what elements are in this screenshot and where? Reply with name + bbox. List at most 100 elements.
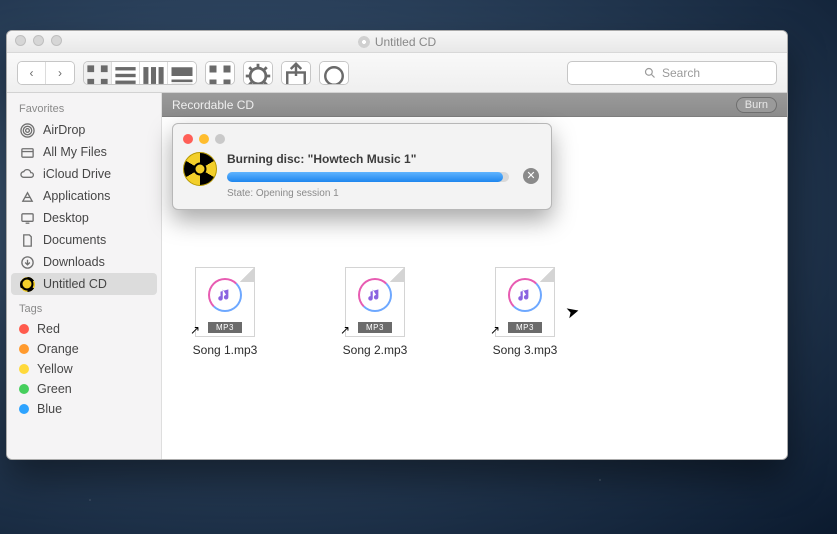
dialog-minimize-button[interactable]: [199, 134, 209, 144]
dialog-title: Burning disc: "Howtech Music 1": [227, 152, 509, 166]
tag-dot-icon: [19, 384, 29, 394]
documents-icon: [19, 232, 35, 248]
cancel-burn-button[interactable]: ✕: [523, 168, 539, 184]
file-badge: MP3: [208, 322, 242, 333]
minimize-window-button[interactable]: [33, 35, 44, 46]
icon-view-button[interactable]: [84, 62, 112, 84]
music-note-icon: [508, 278, 542, 312]
content-area: Recordable CD Burn MP3 ↗ Song 1.mp3 MP3: [162, 93, 787, 459]
progress-fill: [227, 172, 503, 182]
search-icon: [644, 67, 656, 79]
sidebar-item-untitled-cd[interactable]: Untitled CD: [11, 273, 157, 295]
sidebar-item-label: iCloud Drive: [43, 167, 111, 181]
sidebar-heading-tags: Tags: [7, 301, 161, 319]
file-item[interactable]: MP3 ↗ Song 3.mp3: [480, 267, 570, 459]
file-name: Song 2.mp3: [343, 343, 408, 357]
toolbar: ‹ › ▾ ▾: [7, 53, 787, 93]
sidebar: Favorites AirDrop All My Files iCloud Dr…: [7, 93, 162, 459]
sidebar-tag-red[interactable]: Red: [7, 319, 161, 339]
downloads-icon: [19, 254, 35, 270]
action-button[interactable]: ▾: [244, 62, 272, 84]
burn-disc-icon: [19, 276, 35, 292]
dialog-zoom-button: [215, 134, 225, 144]
sidebar-tag-green[interactable]: Green: [7, 379, 161, 399]
music-note-icon: [208, 278, 242, 312]
tag-dot-icon: [19, 404, 29, 414]
sidebar-item-label: Applications: [43, 189, 110, 203]
path-bar: Recordable CD Burn: [162, 93, 787, 117]
radiation-icon: [183, 152, 217, 186]
file-name: Song 3.mp3: [493, 343, 558, 357]
dialog-close-button[interactable]: [183, 134, 193, 144]
file-item[interactable]: MP3 ↗ Song 1.mp3: [180, 267, 270, 459]
arrange-button[interactable]: ▾: [206, 62, 234, 84]
zoom-window-button[interactable]: [51, 35, 62, 46]
sidebar-item-downloads[interactable]: Downloads: [7, 251, 161, 273]
applications-icon: [19, 188, 35, 204]
nav-buttons: ‹ ›: [17, 61, 75, 85]
window-traffic-lights: [15, 35, 62, 46]
tag-dot-icon: [19, 364, 29, 374]
window-body: Favorites AirDrop All My Files iCloud Dr…: [7, 93, 787, 459]
music-note-icon: [358, 278, 392, 312]
forward-button[interactable]: ›: [46, 62, 74, 84]
file-badge: MP3: [508, 322, 542, 333]
list-view-button[interactable]: [112, 62, 140, 84]
dialog-state-text: State: Opening session 1: [227, 188, 509, 199]
progress-bar: [227, 172, 509, 182]
finder-window: Untitled CD ‹ › ▾: [6, 30, 788, 460]
column-view-button[interactable]: [140, 62, 168, 84]
share-button-group: [281, 61, 311, 85]
sidebar-item-label: Downloads: [43, 255, 105, 269]
sidebar-item-label: Orange: [37, 342, 79, 356]
desktop-icon: [19, 210, 35, 226]
sidebar-item-label: Green: [37, 382, 72, 396]
sidebar-item-desktop[interactable]: Desktop: [7, 207, 161, 229]
sidebar-item-label: Desktop: [43, 211, 89, 225]
sidebar-tag-yellow[interactable]: Yellow: [7, 359, 161, 379]
burn-progress-dialog: Burning disc: "Howtech Music 1" State: O…: [172, 123, 552, 210]
search-field[interactable]: Search: [567, 61, 777, 85]
burn-button[interactable]: Burn: [736, 97, 777, 113]
tag-dot-icon: [19, 324, 29, 334]
titlebar: Untitled CD: [7, 31, 787, 53]
mp3-file-icon: MP3 ↗: [195, 267, 255, 337]
airdrop-icon: [19, 122, 35, 138]
share-button[interactable]: [282, 62, 310, 84]
sidebar-tag-blue[interactable]: Blue: [7, 399, 161, 419]
mp3-file-icon: MP3 ↗: [345, 267, 405, 337]
coverflow-view-button[interactable]: [168, 62, 196, 84]
alias-arrow-icon: ↗: [490, 323, 500, 337]
path-bar-label: Recordable CD: [172, 98, 254, 112]
sidebar-item-label: Documents: [43, 233, 106, 247]
file-badge: MP3: [358, 322, 392, 333]
sidebar-item-documents[interactable]: Documents: [7, 229, 161, 251]
window-title: Untitled CD: [375, 35, 436, 49]
search-placeholder: Search: [662, 66, 700, 80]
sidebar-item-label: AirDrop: [43, 123, 85, 137]
mp3-file-icon: MP3 ↗: [495, 267, 555, 337]
sidebar-item-label: All My Files: [43, 145, 107, 159]
sidebar-item-airdrop[interactable]: AirDrop: [7, 119, 161, 141]
arrange-button-group: ▾: [205, 61, 235, 85]
all-files-icon: [19, 144, 35, 160]
file-name: Song 1.mp3: [193, 343, 258, 357]
view-mode-buttons: [83, 61, 197, 85]
back-button[interactable]: ‹: [18, 62, 46, 84]
tag-dot-icon: [19, 344, 29, 354]
disc-icon: [358, 36, 370, 48]
sidebar-item-label: Blue: [37, 402, 62, 416]
sidebar-item-applications[interactable]: Applications: [7, 185, 161, 207]
edit-tags-button[interactable]: [320, 62, 348, 84]
tags-button-group: [319, 61, 349, 85]
sidebar-item-label: Untitled CD: [43, 277, 107, 291]
file-item[interactable]: MP3 ↗ Song 2.mp3: [330, 267, 420, 459]
sidebar-tag-orange[interactable]: Orange: [7, 339, 161, 359]
sidebar-item-label: Yellow: [37, 362, 73, 376]
sidebar-heading-favorites: Favorites: [7, 101, 161, 119]
alias-arrow-icon: ↗: [190, 323, 200, 337]
close-window-button[interactable]: [15, 35, 26, 46]
sidebar-item-icloud[interactable]: iCloud Drive: [7, 163, 161, 185]
sidebar-item-all-my-files[interactable]: All My Files: [7, 141, 161, 163]
action-button-group: ▾: [243, 61, 273, 85]
